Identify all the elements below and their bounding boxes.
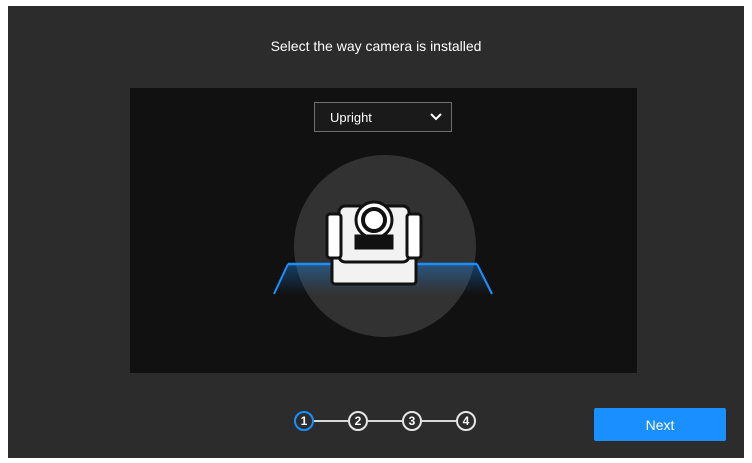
- step-2-indicator: 2: [348, 411, 368, 431]
- wizard-steps: 1 2 3 4: [294, 411, 478, 435]
- dialog-title: Select the way camera is installed: [270, 38, 482, 54]
- step-connector: [314, 420, 348, 422]
- next-button[interactable]: Next: [594, 408, 726, 441]
- camera-body: [325, 200, 423, 286]
- step-1-indicator: 1: [294, 411, 314, 431]
- step-4-indicator: 4: [456, 411, 476, 431]
- install-wizard-dialog: Select the way camera is installed Uprig…: [8, 6, 744, 458]
- step-connector: [368, 420, 402, 422]
- camera-preview-panel: Upright: [130, 88, 637, 373]
- ptz-camera-icon: [272, 155, 494, 337]
- chevron-down-icon: [430, 113, 442, 121]
- step-connector: [422, 420, 456, 422]
- install-mode-selected-value: Upright: [330, 110, 372, 125]
- install-mode-dropdown[interactable]: Upright: [314, 102, 452, 132]
- step-3-indicator: 3: [402, 411, 422, 431]
